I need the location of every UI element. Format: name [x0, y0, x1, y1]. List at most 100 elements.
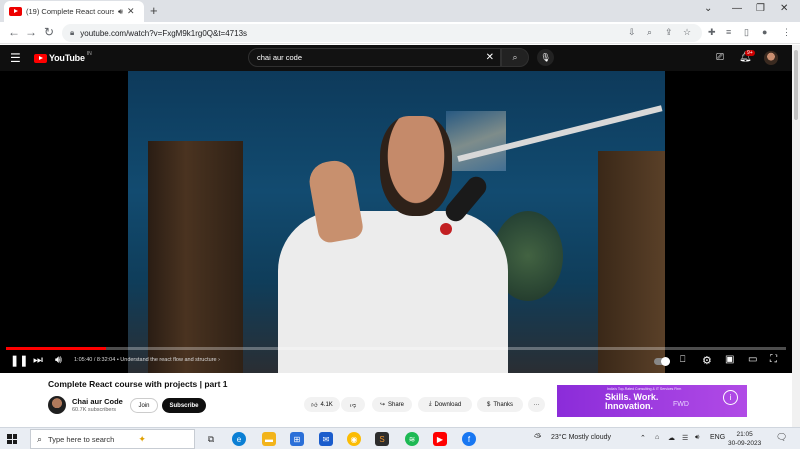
search-query-text[interactable]: chai aur code	[257, 53, 486, 62]
maximize-icon[interactable]: ❐	[756, 3, 765, 14]
bookshelf-right	[598, 151, 665, 373]
sublime-text-icon[interactable]: S	[375, 432, 389, 446]
browser-tab[interactable]: (19) Complete React course 🔊︎ ✕	[4, 1, 144, 22]
tray-overflow-icon[interactable]: ⌃	[640, 434, 646, 442]
video-player[interactable]: ❚❚ ⏭︎ 🔊︎ 1:05:40 / 8:32:04 • Understand …	[0, 71, 792, 373]
bookshelf-left	[148, 141, 243, 373]
pause-icon[interactable]: ❚❚	[10, 354, 28, 367]
share-button[interactable]: ↪ Share	[372, 397, 412, 412]
ad-info-icon[interactable]: i	[723, 390, 738, 405]
clock[interactable]: 21:05 30-09-2023	[728, 430, 761, 448]
subscribe-button[interactable]: Subscribe	[162, 398, 206, 413]
wifi-icon[interactable]: ☰	[682, 434, 688, 442]
miniplayer-icon[interactable]: ▣	[725, 354, 734, 365]
thanks-label: Thanks	[493, 401, 514, 408]
theater-mode-icon[interactable]: ▭	[748, 354, 757, 365]
omnibox[interactable]: 🔒︎ youtube.com/watch?v=FxgM9k1rg0Q&t=471…	[62, 24, 702, 42]
bookmark-star-icon[interactable]: ☆	[683, 27, 691, 38]
microsoft-store-icon[interactable]: ⊞	[290, 432, 304, 446]
youtube-header: ☰ YouTube IN chai aur code ✕ ⌕ 🎙︎ ⎚ 🔔︎ 9…	[0, 45, 800, 71]
reload-icon[interactable]: ↻	[44, 25, 54, 39]
mail-icon[interactable]: ✉	[319, 432, 333, 446]
subtitles-icon[interactable]: ⎕	[680, 354, 685, 365]
thumbs-down-icon: 👎︎	[349, 402, 357, 409]
speaker-icon[interactable]: 🔊︎	[118, 7, 123, 17]
ad-banner[interactable]: India's Top-Rated Consulting & IT Servic…	[557, 385, 747, 417]
task-view-icon[interactable]: ⧉	[204, 432, 218, 446]
side-panel-icon[interactable]: ▯	[744, 27, 749, 38]
forward-icon[interactable]: →	[25, 25, 37, 39]
taskbar-search-placeholder[interactable]: Type here to search	[48, 435, 114, 444]
clear-search-icon[interactable]: ✕	[486, 52, 494, 63]
minimize-icon[interactable]: —	[732, 3, 742, 14]
new-tab-icon[interactable]: +	[150, 3, 158, 18]
share-page-icon[interactable]: ⇪	[665, 27, 673, 38]
zoom-icon[interactable]: ⌕	[647, 27, 652, 38]
voice-search-button[interactable]: 🎙︎	[537, 49, 554, 66]
youtube-logo[interactable]: YouTube IN	[34, 51, 92, 63]
channel-name[interactable]: Chai aur Code	[72, 397, 123, 406]
thanks-button[interactable]: $ Thanks	[477, 397, 523, 412]
taskbar-search-input[interactable]: ⌕ Type here to search ✦	[30, 429, 195, 449]
chevron-down-icon[interactable]: ⌄	[704, 3, 712, 14]
hamburger-menu-icon[interactable]: ☰	[10, 51, 21, 65]
back-icon[interactable]: ←	[8, 25, 20, 39]
microphone-tip	[440, 223, 452, 235]
profile-icon[interactable]: ●	[762, 27, 767, 37]
facebook-icon[interactable]: f	[462, 432, 476, 446]
install-icon[interactable]: ⇩	[628, 27, 636, 38]
chapter-title[interactable]: • Understand the react flow and structur…	[117, 357, 220, 363]
like-button[interactable]: 👍︎ 4.1K	[304, 397, 340, 412]
clock-date: 30-09-2023	[728, 440, 762, 447]
account-avatar[interactable]	[764, 51, 778, 65]
seek-bar-progress	[6, 347, 106, 350]
search-input[interactable]: chai aur code ✕	[248, 48, 501, 67]
notifications-icon[interactable]: 🗨︎	[776, 432, 787, 443]
weather-icon[interactable]: ⛅︎	[534, 432, 541, 443]
autoplay-toggle[interactable]	[654, 357, 670, 366]
channel-avatar[interactable]	[48, 396, 66, 414]
network-icon[interactable]: ⌂	[655, 434, 659, 441]
search-icon: ⌕	[37, 433, 43, 444]
more-actions-button[interactable]: ···	[528, 397, 545, 412]
dislike-button[interactable]: 👎︎	[341, 397, 365, 412]
microphone-icon: 🎙︎	[540, 53, 551, 62]
onedrive-icon[interactable]: ☁	[668, 434, 675, 442]
seek-bar[interactable]	[6, 347, 786, 350]
fullscreen-icon[interactable]: ⛶	[770, 354, 777, 365]
create-video-icon[interactable]: ⎚	[716, 52, 724, 63]
media-control-icon[interactable]: ≡	[726, 27, 731, 37]
clock-time: 21:05	[736, 431, 753, 438]
url-text[interactable]: youtube.com/watch?v=FxgM9k1rg0Q&t=4713s	[80, 29, 247, 38]
weather-text[interactable]: 23°C Mostly cloudy	[551, 434, 611, 441]
volume-tray-icon[interactable]: 🔊︎	[695, 434, 699, 442]
youtube-app-icon[interactable]: ▶	[433, 432, 447, 446]
extensions-icon[interactable]: ✚	[708, 27, 716, 38]
close-window-icon[interactable]: ✕	[780, 3, 788, 14]
edge-browser-icon[interactable]: e	[232, 432, 246, 446]
settings-gear-icon[interactable]: ⚙︎	[702, 354, 712, 367]
video-title: Complete React course with projects | pa…	[48, 379, 228, 389]
scrollbar-thumb[interactable]	[794, 50, 798, 120]
file-explorer-icon[interactable]: ▬	[262, 432, 276, 446]
search-button[interactable]: ⌕	[501, 48, 529, 67]
youtube-wordmark: YouTube	[49, 53, 85, 63]
time-and-chapter: 1:05:40 / 8:32:04 • Understand the react…	[74, 357, 220, 363]
video-frame[interactable]	[128, 71, 665, 373]
download-button[interactable]: ⤓ Download	[418, 397, 472, 412]
download-label: Download	[434, 401, 462, 408]
search-icon: ⌕	[512, 52, 518, 62]
spotify-icon[interactable]: ≋	[405, 432, 419, 446]
share-icon: ↪	[379, 402, 385, 408]
language-indicator[interactable]: ENG	[710, 434, 725, 441]
volume-icon[interactable]: 🔊︎	[55, 354, 62, 367]
youtube-favicon-icon	[9, 7, 22, 16]
join-button[interactable]: Join	[130, 398, 158, 413]
lock-icon[interactable]: 🔒︎	[70, 28, 74, 38]
chrome-icon[interactable]: ◉	[347, 432, 361, 446]
chrome-menu-icon[interactable]: ⋮	[782, 27, 791, 38]
close-tab-icon[interactable]: ✕	[127, 6, 135, 17]
ad-headline-line-2: Innovation.	[605, 401, 653, 411]
next-video-icon[interactable]: ⏭︎	[33, 354, 43, 367]
windows-start-icon[interactable]	[7, 434, 17, 444]
